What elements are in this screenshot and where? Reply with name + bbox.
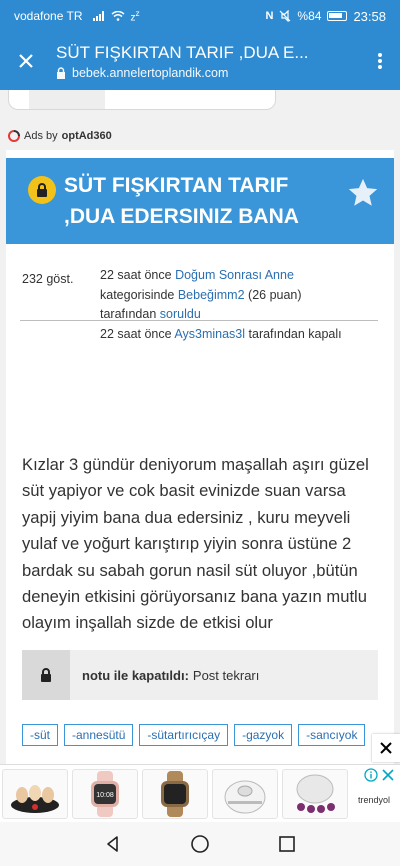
- tag-link[interactable]: -sancıyok: [298, 724, 366, 746]
- question-title-box: SÜT FIŞKIRTAN TARIF ,DUA EDERSINIZ BANA: [6, 158, 394, 244]
- closed-lock-icon: [28, 176, 56, 204]
- ad-close-button[interactable]: [372, 734, 400, 762]
- back-icon[interactable]: [104, 835, 122, 853]
- close-icon: [19, 54, 33, 68]
- status-bar: vodafone TR zz N %84 23:58: [0, 0, 400, 32]
- author-points: (26 puan): [248, 287, 302, 302]
- tag-link[interactable]: -gazyok: [234, 724, 293, 746]
- ad-product-smartwatch-pink[interactable]: 10:08: [72, 768, 138, 819]
- top-ad-card[interactable]: [8, 90, 276, 110]
- wifi-icon: [111, 10, 124, 21]
- page-title: SÜT FIŞKIRTAN TARIF ,DUA E...: [56, 42, 309, 62]
- close-tab-button[interactable]: [0, 32, 52, 90]
- tag-link[interactable]: -sütartırıcıçay: [139, 724, 229, 746]
- closed-note-value: Post tekrarı: [192, 667, 260, 683]
- battery-icon: [327, 11, 348, 21]
- close-icon: [380, 742, 392, 754]
- tag-list: -süt -annesütü -sütartırıcıçay -gazyok -…: [22, 724, 382, 746]
- view-count: 232 göst.: [22, 272, 74, 286]
- ad-dismiss-icon[interactable]: [381, 768, 395, 782]
- tag-link[interactable]: -annesütü: [64, 724, 134, 746]
- browser-toolbar: SÜT FIŞKIRTAN TARIF ,DUA E... bebek.anne…: [0, 32, 400, 90]
- closed-note: notu ile kapatıldı: Post tekrarı: [22, 650, 378, 700]
- svg-text:10:08: 10:08: [96, 792, 114, 799]
- optad-logo-icon: [8, 130, 20, 142]
- author-link[interactable]: Bebeğimm2: [178, 288, 245, 302]
- bottom-ad-banner[interactable]: 10:08: [0, 764, 400, 822]
- nfc-icon: N: [265, 10, 274, 22]
- favorite-star-icon[interactable]: [346, 176, 380, 215]
- recents-icon[interactable]: [278, 835, 296, 853]
- more-vert-icon: [378, 53, 382, 69]
- asked-link[interactable]: soruldu: [160, 307, 201, 321]
- ad-product-smartwatch-gold[interactable]: [142, 768, 208, 819]
- tab-titles[interactable]: SÜT FIŞKIRTAN TARIF ,DUA E... bebek.anne…: [52, 43, 360, 80]
- ad-brand-label: trendyol: [358, 795, 391, 805]
- question-body: Kızlar 3 gündür deniyorum maşallah aşırı…: [22, 455, 369, 633]
- page-content[interactable]: Ads by optAd360 SÜT FIŞKIRTAN TARIF ,DUA…: [0, 90, 400, 764]
- home-icon[interactable]: [190, 834, 210, 854]
- signal-icon: [92, 10, 104, 21]
- closed-note-label: notu ile kapatıldı:: [82, 667, 189, 683]
- battery-percent: %84: [297, 9, 322, 23]
- more-menu-button[interactable]: [360, 32, 400, 90]
- carrier-name: vodafone TR: [14, 9, 83, 23]
- lock-icon: [57, 66, 65, 79]
- category-link[interactable]: Doğum Sonrası Anne: [175, 268, 294, 282]
- ad-image: [29, 90, 105, 109]
- ad-product-hair-dryer[interactable]: [282, 768, 348, 819]
- closed-time: 22 saat önce: [100, 326, 172, 341]
- clock: 23:58: [353, 8, 386, 24]
- lock-icon: [22, 650, 70, 700]
- ads-by-label[interactable]: Ads by optAd360: [8, 130, 112, 142]
- ad-product-robot-vacuum[interactable]: [212, 768, 278, 819]
- question-title: SÜT FIŞKIRTAN TARIF ,DUA EDERSINIZ BANA: [64, 174, 299, 228]
- ad-info-icon[interactable]: [364, 768, 378, 782]
- mute-icon: [279, 10, 291, 22]
- sleep-icon: zz: [130, 8, 140, 24]
- tag-link[interactable]: -süt: [22, 724, 59, 746]
- system-nav-bar: [0, 822, 400, 866]
- closer-link[interactable]: Ays3minas3l: [174, 327, 245, 341]
- ad-product-egg-boiler[interactable]: [2, 768, 68, 819]
- page-url: bebek.annelertoplandik.com: [72, 65, 229, 80]
- divider: [20, 320, 378, 321]
- asked-time: 22 saat önce: [100, 268, 172, 282]
- question-content: SÜT FIŞKIRTAN TARIF ,DUA EDERSINIZ BANA …: [6, 150, 394, 764]
